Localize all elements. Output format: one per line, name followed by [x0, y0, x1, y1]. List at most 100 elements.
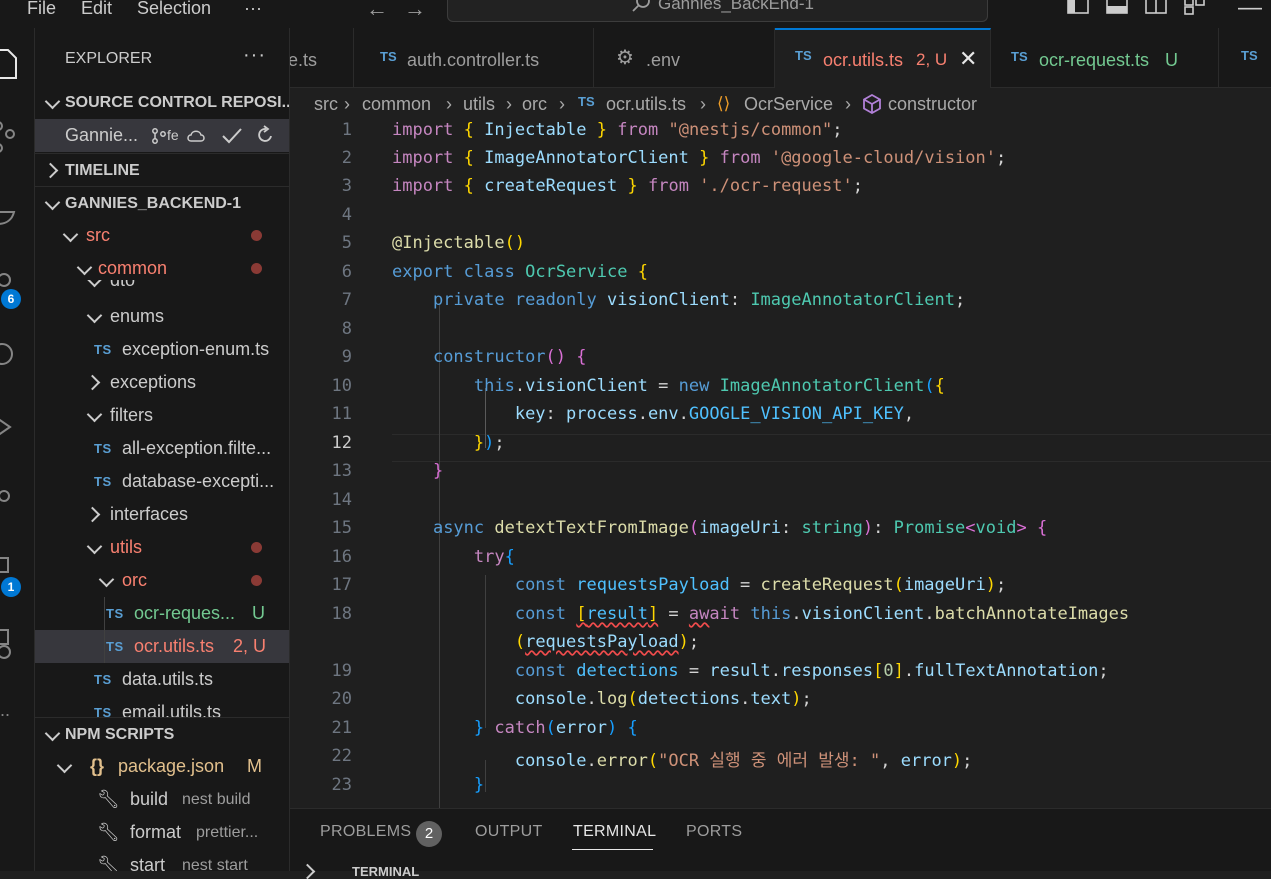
line-number: 7 — [341, 290, 352, 310]
tree-folder-exceptions[interactable]: exceptions — [35, 366, 289, 399]
npm-scripts-section-header[interactable]: NPM SCRIPTS — [35, 717, 289, 751]
tree-file-ocr-utils[interactable]: TS ocr.utils.ts 2, U — [35, 630, 289, 663]
code-editor[interactable]: 1 2 3 4 5 6 7 8 9 10 11 12 13 14 15 16 17 18 19 20 21 22 23 im… — [290, 120, 1271, 808]
tree-folder-orc[interactable]: orc — [35, 564, 289, 597]
typescript-file-icon: TS — [380, 49, 397, 64]
explorer-title: EXPLORER — [65, 50, 153, 67]
code-line-1: import { Injectable } from "@nestjs/comm… — [392, 120, 843, 140]
run-debug-icon[interactable] — [0, 414, 18, 442]
customize-layout-icon[interactable] — [1184, 0, 1206, 18]
code-line-3: import { createRequest } from './ocr-req… — [392, 176, 863, 196]
command-center[interactable]: Gannies_BackEnd-1 — [447, 0, 988, 22]
branch-icon — [152, 128, 166, 144]
typescript-file-icon: TS — [94, 705, 112, 718]
tree-file-ocr-request[interactable]: TS ocr-reques... U — [35, 597, 289, 630]
toggle-panel-icon[interactable] — [1106, 0, 1128, 18]
class-symbol-icon: ⟨⟩ — [717, 94, 731, 113]
chevron-right-icon — [42, 162, 59, 179]
problems-count-badge: 2 — [416, 821, 442, 847]
repository-row[interactable]: Gannie... fe — [35, 119, 289, 152]
line-number: 13 — [331, 461, 352, 481]
tree-folder-src[interactable]: src — [35, 219, 289, 252]
tab-ocr-utils[interactable]: TS ocr.utils.ts 2, U ✕ — [775, 28, 991, 88]
line-number: 4 — [341, 205, 352, 225]
more-views-icon[interactable]: .. — [0, 700, 10, 721]
menu-edit[interactable]: Edit — [81, 0, 112, 20]
window-minimize-icon[interactable]: — — [1238, 0, 1262, 22]
panel-tab-ports[interactable]: PORTS — [686, 823, 742, 841]
tab-overflow[interactable]: TS — [1219, 28, 1271, 88]
chevron-right-icon: › — [344, 94, 350, 114]
indent-guide — [104, 630, 105, 663]
npm-package-json[interactable]: {} package.json M — [35, 750, 289, 783]
tree-folder-utils[interactable]: utils — [35, 531, 289, 564]
tab-env[interactable]: ⚙ .env — [594, 28, 775, 88]
explorer-sidebar: EXPLORER ··· SOURCE CONTROL REPOSI... Ga… — [35, 28, 290, 871]
breadcrumb-file[interactable]: ocr.utils.ts — [606, 88, 686, 120]
breadcrumb-method[interactable]: constructor — [888, 88, 977, 120]
code-line-20: console.log(detections.text); — [514, 689, 812, 709]
breadcrumb-utils[interactable]: utils — [463, 88, 495, 120]
docker-icon[interactable] — [0, 198, 18, 228]
code-line-2: import { ImageAnnotatorClient } from '@g… — [392, 148, 1007, 168]
tree-folder-interfaces[interactable]: interfaces — [35, 498, 289, 531]
tree-file-database-exception[interactable]: TS database-excepti... — [35, 465, 289, 498]
tree-file-email-utils[interactable]: TS email.utils.ts — [35, 696, 289, 718]
breadcrumb-orc[interactable]: orc — [522, 88, 547, 120]
npm-script-build[interactable]: 🔧︎ build nest build — [35, 783, 289, 816]
sync-cloud-icon[interactable] — [186, 127, 208, 145]
tree-folder-enums[interactable]: enums — [35, 300, 289, 333]
commit-check-icon[interactable] — [221, 126, 243, 146]
tree-file-data-utils[interactable]: TS data.utils.ts — [35, 663, 289, 696]
tree-file-exception-enum[interactable]: TS exception-enum.ts — [35, 333, 289, 366]
npm-script-start[interactable]: 🔧︎ start nest start — [35, 849, 289, 871]
tab-status: 2, U — [916, 50, 948, 69]
breadcrumb-src[interactable]: src — [314, 88, 338, 120]
git-graph-icon[interactable] — [0, 484, 18, 512]
panel-tab-output[interactable]: OUTPUT — [475, 823, 543, 841]
explorer-files-icon[interactable] — [0, 48, 22, 82]
source-control-icon[interactable] — [0, 120, 20, 154]
remote-explorer-icon[interactable] — [0, 340, 20, 370]
breadcrumb-common[interactable]: common — [362, 88, 431, 120]
panel-tab-terminal[interactable]: TERMINAL — [573, 823, 656, 841]
refresh-icon[interactable] — [257, 125, 275, 145]
line-number: 5 — [341, 233, 352, 253]
menu-selection[interactable]: Selection — [137, 0, 211, 20]
toggle-primary-sidebar-icon[interactable] — [1067, 0, 1089, 18]
panel-tab-problems[interactable]: PROBLEMS — [320, 823, 411, 841]
line-number: 12 — [331, 433, 352, 453]
tree-folder-dto[interactable]: dto — [35, 280, 289, 300]
chevron-right-icon: › — [700, 94, 706, 114]
testing-icon[interactable] — [0, 626, 18, 662]
line-number: 17 — [331, 575, 352, 595]
code-line-12: }); — [473, 433, 505, 453]
breadcrumb-class[interactable]: OcrService — [744, 88, 833, 120]
menu-more[interactable]: ··· — [244, 0, 262, 20]
code-line-5: @Injectable() — [392, 233, 526, 253]
json-file-icon: {} — [90, 756, 105, 776]
untracked-status: U — [252, 603, 265, 623]
tab-ocr-request[interactable]: TS ocr-request.ts U — [991, 28, 1219, 88]
tree-file-all-exception[interactable]: TS all-exception.filte... — [35, 432, 289, 465]
chevron-down-icon — [86, 538, 103, 555]
toggle-secondary-sidebar-icon[interactable] — [1145, 0, 1167, 18]
code-line-17: const requestsPayload = createRequest(im… — [514, 575, 1007, 595]
chevron-right-icon: › — [559, 94, 565, 114]
tab-e-ts[interactable]: e.ts — [290, 28, 354, 88]
chevron-right-icon[interactable] — [299, 863, 316, 879]
back-arrow-icon[interactable]: ← — [366, 0, 388, 22]
close-icon[interactable]: ✕ — [959, 30, 977, 88]
npm-script-format[interactable]: 🔧︎ format prettier... — [35, 816, 289, 849]
project-section-header[interactable]: GANNIES_BACKEND-1 — [35, 186, 289, 220]
source-control-section-header[interactable]: SOURCE CONTROL REPOSI... — [35, 86, 289, 119]
repository-name: Gannie... — [65, 125, 139, 145]
forward-arrow-icon[interactable]: → — [404, 0, 426, 22]
code-line-15: async detextTextFromImage(imageUri: stri… — [432, 518, 1048, 538]
menu-file[interactable]: File — [27, 0, 56, 20]
explorer-more-button[interactable]: ··· — [243, 44, 266, 67]
typescript-file-icon: TS — [94, 342, 112, 357]
timeline-section-header[interactable]: TIMELINE — [35, 153, 289, 187]
tab-auth-controller[interactable]: TS auth.controller.ts — [354, 28, 594, 88]
tree-folder-filters[interactable]: filters — [35, 399, 289, 432]
